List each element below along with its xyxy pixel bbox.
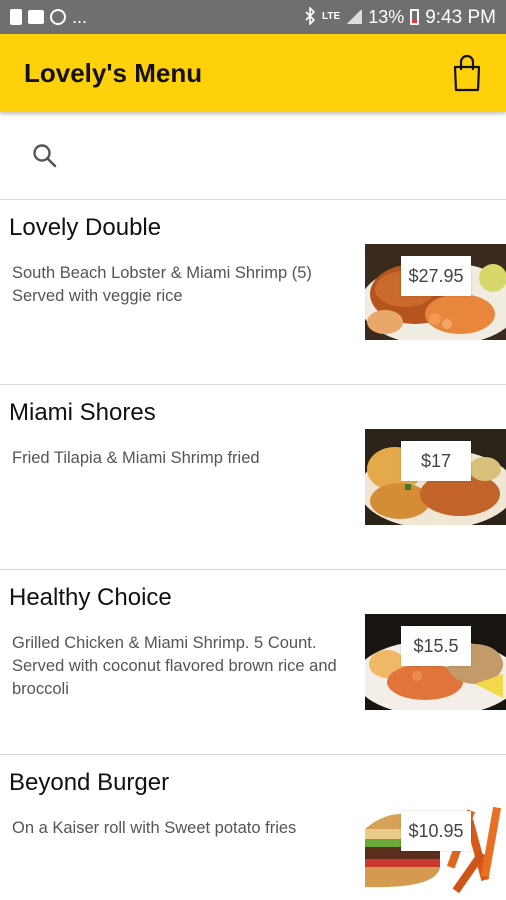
whatsapp-icon: [50, 9, 66, 25]
search-input[interactable]: [72, 145, 472, 166]
item-description: South Beach Lobster & Miami Shrimp (5) S…: [12, 264, 312, 305]
page-title: Lovely's Menu: [24, 57, 203, 88]
clock: 9:43 PM: [425, 6, 496, 28]
status-left: ...: [10, 8, 87, 26]
item-description: On a Kaiser roll with Sweet potato fries: [12, 819, 297, 837]
battery-percent: 13%: [368, 7, 405, 27]
menu-list: Lovely Double South Beach Lobster & Miam…: [0, 200, 506, 900]
menu-item-beyond-burger[interactable]: Beyond Burger On a Kaiser roll with Swee…: [0, 755, 506, 900]
signal-icon: [346, 10, 363, 24]
price-tag: $10.95: [401, 811, 471, 851]
lte-label: LTE: [322, 11, 341, 22]
item-title: Healthy Choice: [9, 584, 172, 611]
menu-item-lovely-double[interactable]: Lovely Double South Beach Lobster & Miam…: [0, 200, 506, 385]
price-tag: $17: [401, 441, 471, 481]
price-tag: $27.95: [401, 256, 471, 296]
more-notifications-dots: ...: [72, 7, 88, 27]
status-right: LTE 13% 9:43 PM: [304, 5, 496, 28]
price-tag: $15.5: [401, 626, 471, 666]
search-bar[interactable]: [0, 112, 506, 200]
menu-item-miami-shores[interactable]: Miami Shores Fried Tilapia & Miami Shrim…: [0, 385, 506, 570]
item-title: Miami Shores: [9, 399, 156, 426]
cart-button[interactable]: [450, 53, 484, 93]
search-icon: [33, 143, 57, 167]
battery-icon: [410, 9, 420, 25]
shopping-bag-icon: [453, 54, 481, 92]
app-bar: Lovely's Menu: [0, 34, 506, 112]
menu-item-healthy-choice[interactable]: Healthy Choice Grilled Chicken & Miami S…: [0, 570, 506, 755]
item-description: Fried Tilapia & Miami Shrimp fried: [12, 449, 260, 467]
item-title: Lovely Double: [9, 214, 162, 241]
item-title: Beyond Burger: [9, 769, 170, 796]
bluetooth-icon: [304, 5, 316, 28]
item-description: Grilled Chicken & Miami Shrimp. 5 Count.…: [12, 634, 337, 698]
notification-icon: [10, 9, 22, 25]
status-bar: ... LTE 13% 9:43 PM: [0, 0, 506, 34]
message-icon: [28, 10, 44, 24]
